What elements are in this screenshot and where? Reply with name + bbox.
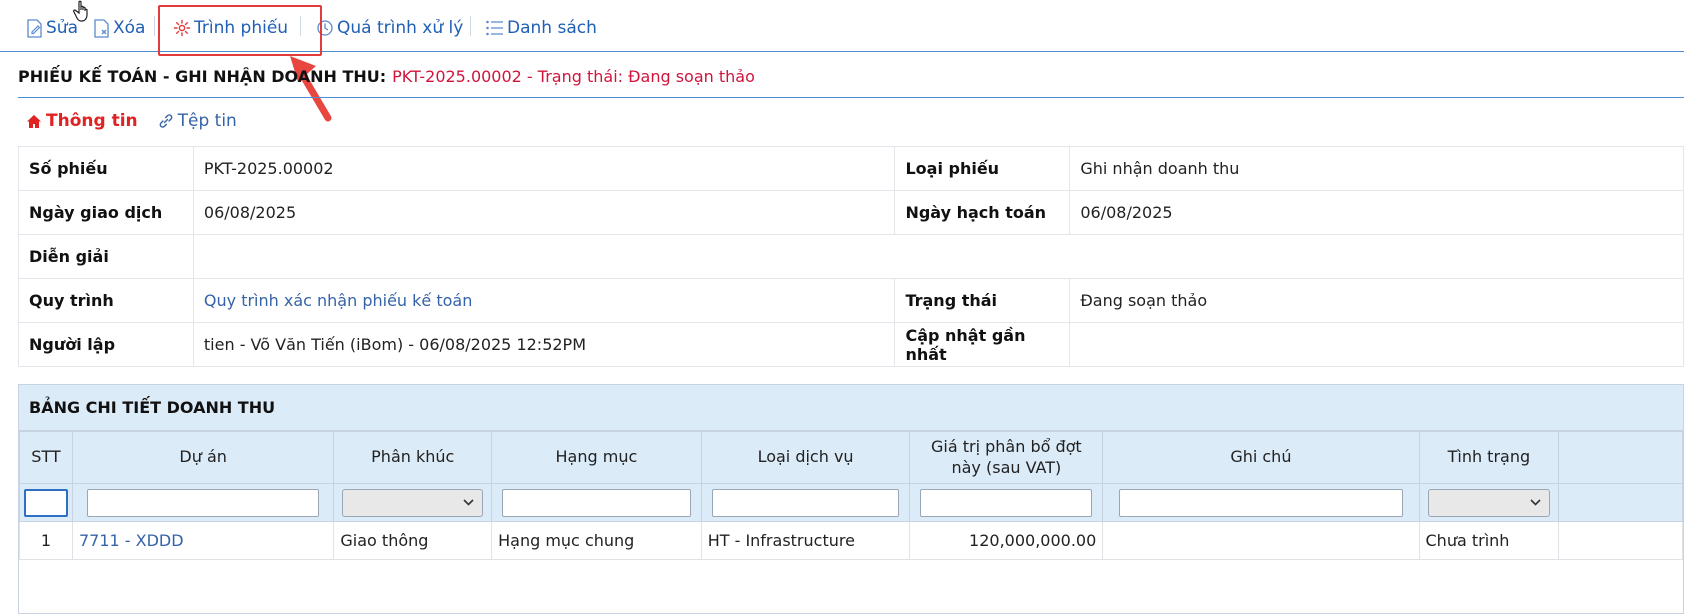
description-label: Diễn giải <box>18 234 194 279</box>
posting-date-value: 06/08/2025 <box>1069 190 1684 235</box>
project-filter-input[interactable] <box>86 488 320 517</box>
highlight-box <box>158 5 322 56</box>
chevron-down-icon <box>1530 498 1541 506</box>
revenue-detail-title: BẢNG CHI TIẾT DOANH THU <box>19 385 1683 431</box>
column-header-extra <box>1558 431 1683 484</box>
revenue-detail-table: STT Dự án Phân khúc Hạng mục Loại dịch v… <box>19 431 1683 560</box>
row-extra <box>1558 521 1683 560</box>
row-segment: Giao thông <box>333 521 493 560</box>
status-filter-select[interactable] <box>1427 488 1551 517</box>
tab-files-label: Tệp tin <box>177 111 237 131</box>
link-icon <box>159 114 172 128</box>
voucher-type-label: Loại phiếu <box>894 146 1071 191</box>
delete-label: Xóa <box>113 18 146 38</box>
title-divider <box>18 97 1684 98</box>
column-header-project[interactable]: Dự án <box>71 431 335 484</box>
info-row: Số phiếu PKT-2025.00002 Loại phiếu Ghi n… <box>18 146 1684 191</box>
tab-files[interactable]: Tệp tin <box>158 111 237 131</box>
filter-row <box>19 483 1683 522</box>
workflow-label: Quy trình <box>18 278 194 323</box>
page-title: PHIẾU KẾ TOÁN - GHI NHẬN DOANH THU: PKT-… <box>18 56 1684 96</box>
toolbar-divider <box>154 16 155 36</box>
note-filter-input[interactable] <box>1119 488 1403 517</box>
info-row: Người lập tien - Võ Văn Tiến (iBom) - 06… <box>18 322 1684 367</box>
row-project-link[interactable]: 7711 - XDDD <box>71 521 335 560</box>
voucher-number-value: PKT-2025.00002 <box>192 146 896 191</box>
edit-icon <box>27 18 42 38</box>
revenue-detail-panel: BẢNG CHI TIẾT DOANH THU STT Dự án Phân k… <box>18 384 1684 614</box>
extra-filter-cell <box>1558 483 1683 522</box>
tab-bar: Thông tin Tệp tin <box>26 111 237 131</box>
list-icon <box>486 20 503 36</box>
info-row: Diễn giải <box>18 234 1684 279</box>
tab-info-label: Thông tin <box>46 111 138 131</box>
voucher-number-label: Số phiếu <box>18 146 194 191</box>
list-button[interactable]: Danh sách <box>485 14 597 42</box>
description-value <box>192 234 1684 279</box>
column-header-segment[interactable]: Phân khúc <box>333 431 493 484</box>
transaction-date-value: 06/08/2025 <box>192 190 896 235</box>
home-icon <box>27 114 41 128</box>
column-header-service-type[interactable]: Loại dịch vụ <box>700 431 911 484</box>
column-header-allocated-value[interactable]: Giá trị phân bổ đợt này (sau VAT) <box>909 431 1104 484</box>
transaction-date-label: Ngày giao dịch <box>18 190 194 235</box>
item-filter-input[interactable] <box>502 488 691 517</box>
tab-info[interactable]: Thông tin <box>26 111 138 131</box>
table-row[interactable]: 1 7711 - XDDD Giao thông Hạng mục chung … <box>19 521 1683 560</box>
creator-label: Người lập <box>18 322 194 367</box>
column-header-status[interactable]: Tình trạng <box>1418 431 1560 484</box>
info-row: Ngày giao dịch 06/08/2025 Ngày hạch toán… <box>18 190 1684 235</box>
column-header-stt[interactable]: STT <box>19 431 73 484</box>
delete-button[interactable]: Xóa <box>93 14 145 42</box>
row-note <box>1102 521 1420 560</box>
stt-filter-input[interactable] <box>24 488 68 517</box>
table-header-row: STT Dự án Phân khúc Hạng mục Loại dịch v… <box>19 431 1683 484</box>
status-label: Trạng thái <box>894 278 1071 323</box>
process-history-button[interactable]: Quá trình xử lý <box>316 14 463 42</box>
chevron-down-icon <box>463 498 474 506</box>
edit-button[interactable]: Sửa <box>26 14 78 42</box>
toolbar-divider <box>470 16 471 36</box>
creator-value: tien - Võ Văn Tiến (iBom) - 06/08/2025 1… <box>192 322 896 367</box>
column-header-item[interactable]: Hạng mục <box>491 431 702 484</box>
delete-file-icon <box>94 18 109 38</box>
voucher-type-title: PHIẾU KẾ TOÁN - GHI NHẬN DOANH THU: <box>18 66 387 86</box>
row-service-type: HT - Infrastructure <box>700 521 911 560</box>
info-row: Quy trình Quy trình xác nhận phiếu kế to… <box>18 278 1684 323</box>
voucher-type-value: Ghi nhận doanh thu <box>1069 146 1684 191</box>
allocated-value-filter-input[interactable] <box>920 488 1093 517</box>
row-allocated-value: 120,000,000.00 <box>909 521 1104 560</box>
row-item: Hạng mục chung <box>491 521 702 560</box>
status-value: Đang soạn thảo <box>1069 278 1684 323</box>
hand-cursor-icon <box>72 0 88 22</box>
segment-filter-select[interactable] <box>342 488 484 517</box>
last-updated-value <box>1069 322 1684 367</box>
voucher-info-table: Số phiếu PKT-2025.00002 Loại phiếu Ghi n… <box>18 146 1684 367</box>
last-updated-label: Cập nhật gần nhất <box>894 322 1071 367</box>
row-status: Chưa trình <box>1418 521 1560 560</box>
column-header-note[interactable]: Ghi chú <box>1102 431 1420 484</box>
posting-date-label: Ngày hạch toán <box>894 190 1071 235</box>
process-history-label: Quá trình xử lý <box>337 18 464 38</box>
workflow-link[interactable]: Quy trình xác nhận phiếu kế toán <box>192 278 896 323</box>
row-stt: 1 <box>19 521 73 560</box>
service-type-filter-input[interactable] <box>711 488 900 517</box>
voucher-status-title: PKT-2025.00002 - Trạng thái: Đang soạn t… <box>392 66 755 86</box>
list-label: Danh sách <box>507 18 597 38</box>
